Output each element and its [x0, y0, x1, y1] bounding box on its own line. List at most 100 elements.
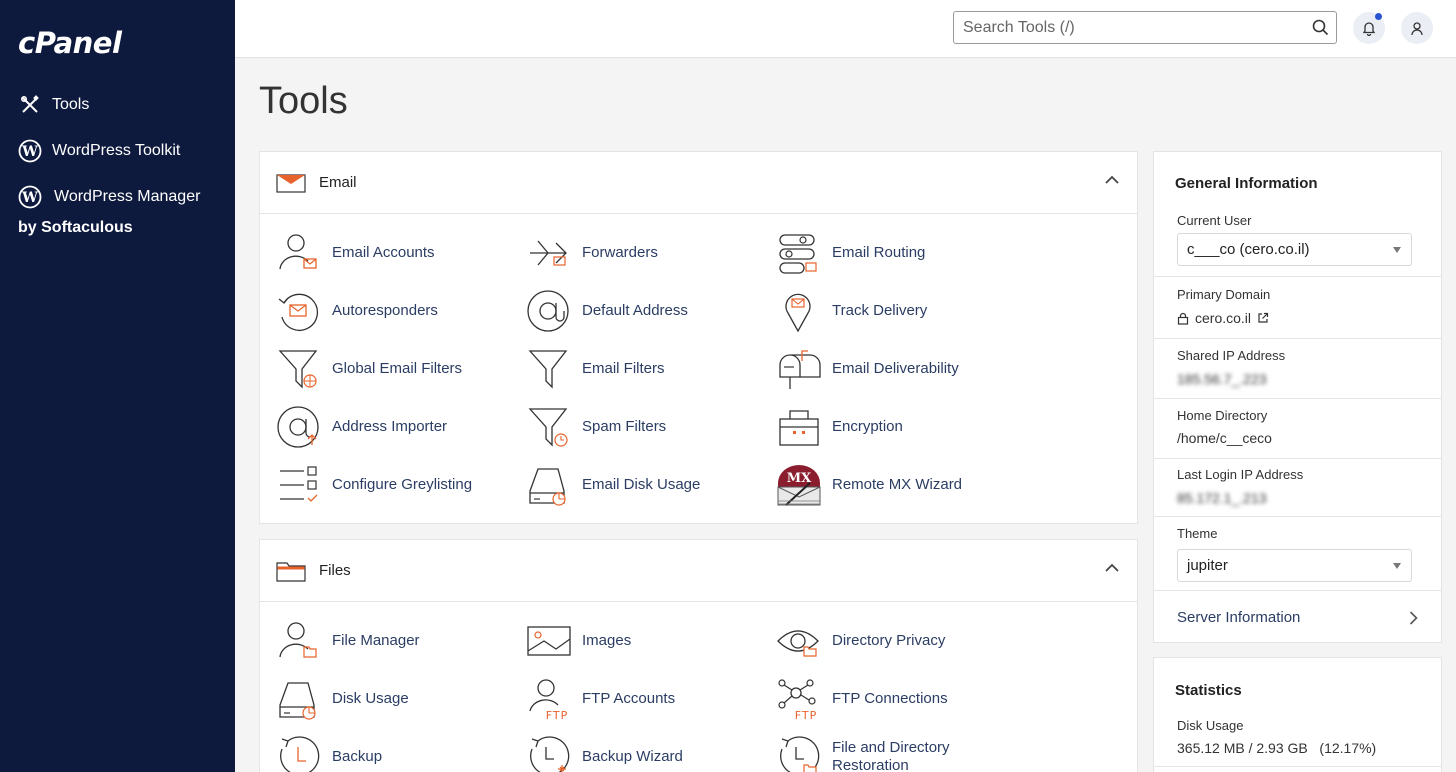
user-icon	[1411, 21, 1423, 35]
tool-label: Email Deliverability	[832, 360, 959, 377]
tool-label: File and Directory Restoration	[832, 739, 950, 772]
tool-label: Email Filters	[582, 360, 665, 377]
sidebar-item-tools[interactable]: Tools	[18, 93, 89, 117]
theme-label: Theme	[1177, 526, 1218, 541]
current-user-select[interactable]: c___co (cero.co.il)	[1177, 233, 1412, 266]
tool-label: FTP Accounts	[582, 690, 676, 707]
tool-ftp-accounts[interactable]: FTP FTP Accounts	[526, 677, 675, 721]
disk-usage-icon	[529, 468, 566, 506]
server-information-link[interactable]: Server Information	[1177, 609, 1300, 626]
svg-text:W: W	[21, 190, 38, 206]
tool-label: Backup Wizard	[582, 748, 683, 765]
bell-icon	[1362, 21, 1376, 36]
forward-arrow-icon	[530, 240, 567, 266]
tool-email-filters[interactable]: Email Filters	[526, 347, 665, 391]
chevron-right-icon[interactable]	[1409, 611, 1418, 625]
tools-icon	[18, 93, 42, 117]
user-email-icon	[279, 234, 317, 270]
tool-backup-wizard[interactable]: Backup Wizard	[526, 735, 683, 772]
search-input[interactable]	[954, 12, 1294, 43]
user-menu-button[interactable]	[1401, 12, 1433, 44]
divider	[1154, 766, 1441, 767]
email-panel-title: Email	[319, 174, 357, 191]
current-user-label: Current User	[1177, 213, 1252, 228]
wordpress-icon: W	[18, 185, 42, 209]
statistics-title: Statistics	[1175, 682, 1242, 699]
tool-global-email-filters[interactable]: Global Email Filters	[276, 347, 462, 391]
chevron-up-icon[interactable]	[1105, 563, 1119, 572]
files-panel: Files File Manager Images Directory Priv…	[259, 539, 1138, 772]
briefcase-lock-icon	[779, 410, 819, 446]
tool-ftp-connections[interactable]: FTP FTP Connections	[776, 677, 948, 721]
tool-label: Encryption	[832, 418, 903, 435]
tool-email-disk-usage[interactable]: Email Disk Usage	[526, 463, 700, 507]
tool-label: Email Disk Usage	[582, 476, 701, 493]
wordpress-icon: W	[18, 139, 42, 163]
last-login-label: Last Login IP Address	[1177, 467, 1304, 482]
sidebar-item-wordpress-toolkit[interactable]: W WordPress Toolkit	[18, 139, 180, 163]
home-directory-value: /home/c__ceco	[1177, 430, 1272, 446]
tool-label: Images	[582, 632, 632, 649]
email-panel-header[interactable]: Email	[260, 152, 1137, 214]
tool-forwarders[interactable]: Forwarders	[526, 231, 658, 275]
tool-address-importer[interactable]: Address Importer	[276, 405, 447, 449]
tool-default-address[interactable]: Default Address	[526, 289, 688, 333]
tool-label: Default Address	[582, 302, 688, 319]
autoresponder-icon	[278, 293, 319, 331]
tool-file-and-directory-restoration[interactable]: File and Directory Restoration	[776, 735, 962, 772]
tool-configure-greylisting[interactable]: Configure Greylisting	[276, 463, 472, 507]
files-panel-title: Files	[319, 562, 351, 579]
tool-email-accounts[interactable]: Email Accounts	[276, 231, 435, 275]
funnel-globe-icon	[278, 350, 318, 389]
primary-domain-label: Primary Domain	[1177, 287, 1271, 302]
last-login-value: 85.172.1_.213	[1177, 490, 1267, 506]
eye-folder-icon	[777, 630, 819, 657]
tool-file-manager[interactable]: File Manager	[276, 619, 420, 663]
current-user-row: Current User c___co (cero.co.il)	[1154, 152, 1441, 277]
search-icon[interactable]	[1312, 19, 1329, 41]
at-import-icon	[277, 406, 319, 448]
theme-select[interactable]: jupiter	[1177, 549, 1412, 582]
tool-directory-privacy[interactable]: Directory Privacy	[776, 619, 945, 663]
tool-disk-usage[interactable]: Disk Usage	[276, 677, 409, 721]
notifications-button[interactable]	[1353, 12, 1385, 44]
tool-label: Email Accounts	[332, 244, 435, 261]
folder-icon	[276, 561, 306, 582]
tool-encryption[interactable]: Encryption	[776, 405, 903, 449]
shared-ip-label: Shared IP Address	[1177, 348, 1286, 363]
tool-spam-filters[interactable]: Spam Filters	[526, 405, 666, 449]
files-panel-header[interactable]: Files	[260, 540, 1137, 602]
sidebar-item-wordpress-manager[interactable]: W WordPress Manager	[18, 185, 200, 209]
tool-email-routing[interactable]: Email Routing	[776, 231, 925, 275]
tool-label: Autoresponders	[332, 302, 438, 319]
topbar	[235, 0, 1456, 58]
tool-remote-mx-wizard[interactable]: MX Remote MX Wizard	[776, 463, 962, 507]
tool-autoresponders[interactable]: Autoresponders	[276, 289, 438, 333]
email-panel: Email Email Accounts Forwarders Email Ro…	[259, 151, 1138, 524]
cpanel-logo[interactable]: cPanel	[18, 26, 122, 60]
tool-backup[interactable]: Backup	[276, 735, 382, 772]
tool-label: Email Routing	[832, 244, 926, 261]
chevron-up-icon[interactable]	[1105, 175, 1119, 184]
checklist-icon	[280, 466, 318, 502]
external-link-icon	[1258, 312, 1269, 323]
home-directory-label: Home Directory	[1177, 408, 1268, 423]
routing-icon	[779, 234, 817, 274]
sidebar-item-sublabel[interactable]: by Softaculous	[18, 219, 133, 237]
image-icon	[527, 626, 571, 656]
tool-email-deliverability[interactable]: Email Deliverability	[776, 347, 959, 391]
lock-icon	[1177, 312, 1189, 325]
statistics-panel: Statistics Disk Usage 365.12 MB / 2.93 G…	[1153, 657, 1442, 772]
current-user-value: c___co (cero.co.il)	[1187, 241, 1310, 258]
sidebar-item-label: Tools	[52, 96, 90, 113]
search-box[interactable]	[953, 11, 1337, 44]
ftp-user-icon: FTP	[529, 679, 567, 721]
tool-label: Address Importer	[332, 418, 448, 435]
mailbox-icon	[779, 350, 821, 389]
primary-domain-link[interactable]: cero.co.il	[1177, 310, 1269, 326]
sidebar: cPanel Tools W WordPress Toolkit W WordP…	[0, 0, 235, 772]
tool-label: Spam Filters	[582, 418, 667, 435]
tool-images[interactable]: Images	[526, 619, 631, 663]
tool-track-delivery[interactable]: Track Delivery	[776, 289, 927, 333]
user-folder-icon	[279, 622, 317, 658]
